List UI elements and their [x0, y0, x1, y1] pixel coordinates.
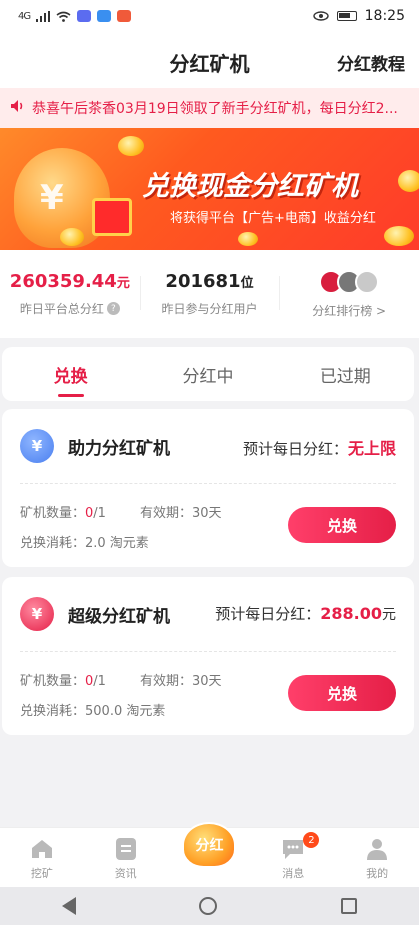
estimate-unit: 元: [382, 607, 396, 623]
estimate-label: 预计每日分红：: [242, 440, 348, 458]
participants-stat: 201681位 昨日参与分红用户: [139, 250, 280, 338]
nav-dividend[interactable]: 分红: [168, 822, 252, 887]
news-icon: [114, 837, 138, 861]
clock: 18:25: [364, 8, 405, 24]
avatar: [355, 269, 380, 294]
announcement-text: 恭喜午后茶香03月19日领取了新手分红矿机，每日分红2...: [32, 101, 398, 117]
nav-mining[interactable]: 挖矿: [0, 828, 84, 887]
wifi-icon: [56, 11, 71, 22]
divider: [20, 483, 396, 484]
signal-bars-icon: [36, 10, 51, 22]
promo-banner[interactable]: ¥ 兑换现金分红矿机 将获得平台【广告+电商】收益分红: [0, 128, 419, 250]
assist-miner-icon: ¥: [20, 429, 54, 463]
speaker-icon: [10, 99, 26, 117]
tab-exchange[interactable]: 兑换: [2, 347, 139, 401]
ranking-link[interactable]: 分红排行榜 >: [279, 250, 419, 338]
miner-name: 助力分红矿机: [68, 439, 170, 459]
home-circle-icon[interactable]: [199, 897, 218, 915]
quantity-label: 矿机数量：: [20, 506, 86, 521]
page-header: 分红矿机 分红教程: [0, 32, 419, 88]
battery-icon: [336, 11, 357, 21]
quantity-label: 矿机数量：: [20, 674, 86, 689]
quantity-total: /1: [93, 674, 106, 689]
ranking-label: 分红排行榜 >: [312, 303, 387, 318]
unread-badge: 2: [303, 832, 320, 848]
coin-illustration: [238, 232, 258, 246]
exchange-cost: 兑换消耗：500.0 淘元素: [20, 704, 166, 719]
participants-label: 昨日参与分红用户: [161, 302, 258, 316]
super-miner-icon: ¥: [20, 597, 54, 631]
banner-headline: 兑换现金分红矿机: [142, 171, 358, 202]
miner-name: 超级分红矿机: [68, 607, 170, 627]
nav-label: 我的: [366, 867, 389, 880]
tab-bar: 兑换 分红中 已过期: [2, 347, 414, 401]
exchange-cost: 兑换消耗：2.0 淘元素: [20, 536, 149, 551]
ranking-avatars: [319, 269, 380, 294]
status-bar: 4G 18:25: [0, 0, 419, 32]
app-notification-icon: [97, 10, 112, 22]
eye-icon: [312, 11, 329, 21]
total-dividend-label: 昨日平台总分红: [19, 302, 104, 316]
divider: [20, 651, 396, 652]
estimated-daily-dividend: 预计每日分红： 288.00 元: [215, 603, 396, 624]
validity-period: 有效期：30天: [140, 674, 222, 689]
back-icon[interactable]: [61, 897, 76, 915]
tab-expired[interactable]: 已过期: [277, 347, 414, 401]
estimate-label: 预计每日分红：: [215, 605, 321, 623]
coin-illustration: [398, 170, 419, 192]
tutorial-link[interactable]: 分红教程: [337, 50, 405, 75]
nav-profile[interactable]: 我的: [335, 828, 419, 887]
coin-illustration: [60, 228, 84, 246]
nav-label: 消息: [282, 867, 305, 880]
quantity-total: /1: [93, 506, 106, 521]
miner-card: ¥ 超级分红矿机 预计每日分红： 288.00 元 矿机数量：0/1 有效期：3…: [2, 577, 414, 735]
gift-box-illustration: [92, 198, 132, 236]
app-notification-icon: [77, 10, 92, 22]
announcement-marquee: 恭喜午后茶香03月19日领取了新手分红矿机，每日分红2...: [0, 88, 419, 128]
nav-messages[interactable]: 2 消息: [251, 828, 335, 887]
yen-symbol: ¥: [40, 178, 64, 218]
exchange-button[interactable]: 兑换: [288, 507, 396, 543]
total-dividend-value: 260359.44: [9, 271, 117, 292]
participants-unit: 位: [240, 276, 254, 291]
total-dividend-unit: 元: [116, 276, 130, 291]
participants-value: 201681: [165, 271, 241, 292]
tab-in-dividend[interactable]: 分红中: [139, 347, 276, 401]
profile-icon: [365, 837, 389, 861]
exchange-button[interactable]: 兑换: [288, 675, 396, 711]
estimate-amount: 无上限: [347, 439, 396, 458]
recent-apps-icon[interactable]: [341, 898, 358, 914]
banner-subtitle: 将获得平台【广告+电商】收益分红: [170, 211, 376, 226]
estimated-daily-dividend: 预计每日分红： 无上限: [243, 435, 396, 459]
coin-illustration: [384, 226, 414, 246]
nav-label: 资讯: [114, 867, 137, 880]
app-notification-icon: [117, 10, 132, 22]
system-nav-bar: [0, 887, 419, 925]
signal-indicator: 4G: [18, 10, 31, 22]
estimate-amount: 288.00: [320, 604, 382, 623]
home-icon: [30, 837, 54, 861]
bottom-nav: 挖矿 资讯 分红 2 消息 我的: [0, 822, 419, 887]
message-icon: [281, 837, 305, 861]
help-icon[interactable]: ?: [106, 302, 120, 315]
validity-period: 有效期：30天: [140, 506, 222, 521]
nav-label: 挖矿: [30, 867, 53, 880]
total-dividend-stat: 260359.44元 昨日平台总分红 ?: [0, 250, 140, 338]
stats-panel: 260359.44元 昨日平台总分红 ? 201681位 昨日参与分红用户 分红…: [0, 250, 419, 338]
dividend-bag-icon: 分红: [182, 822, 237, 868]
nav-news[interactable]: 资讯: [84, 828, 168, 887]
coin-illustration: [118, 136, 144, 156]
miner-card: ¥ 助力分红矿机 预计每日分红： 无上限 矿机数量：0/1 有效期：30天 兑换…: [2, 409, 414, 567]
